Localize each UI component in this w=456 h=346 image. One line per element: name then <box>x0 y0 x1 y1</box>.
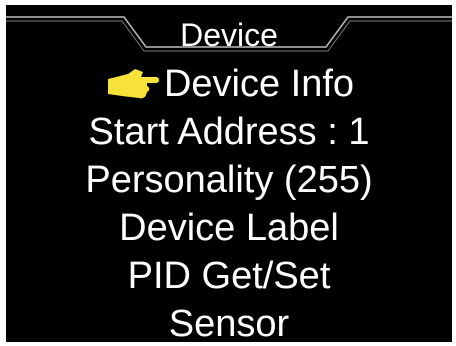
device-screen: Device Device Info Start Address : 1 Per… <box>6 5 452 342</box>
menu-item-start-address[interactable]: Start Address : 1 <box>6 108 452 156</box>
menu-item-label: Device Info <box>163 63 355 105</box>
page-title: Device <box>180 17 278 53</box>
pointing-hand-icon <box>107 68 159 99</box>
menu-item-label: Device Label <box>119 207 339 249</box>
menu-item-label: Sensor <box>168 303 290 342</box>
menu-item-label: Start Address : 1 <box>88 111 370 153</box>
menu-item-sensor[interactable]: Sensor <box>6 300 452 342</box>
menu-item-pid-get-set[interactable]: PID Get/Set <box>6 252 452 300</box>
menu-item-device-info[interactable]: Device Info <box>6 60 452 108</box>
menu-item-device-label[interactable]: Device Label <box>6 204 452 252</box>
menu-item-label: Personality (255) <box>85 159 373 201</box>
menu-item-label: PID Get/Set <box>127 255 331 297</box>
menu-item-personality[interactable]: Personality (255) <box>6 156 452 204</box>
